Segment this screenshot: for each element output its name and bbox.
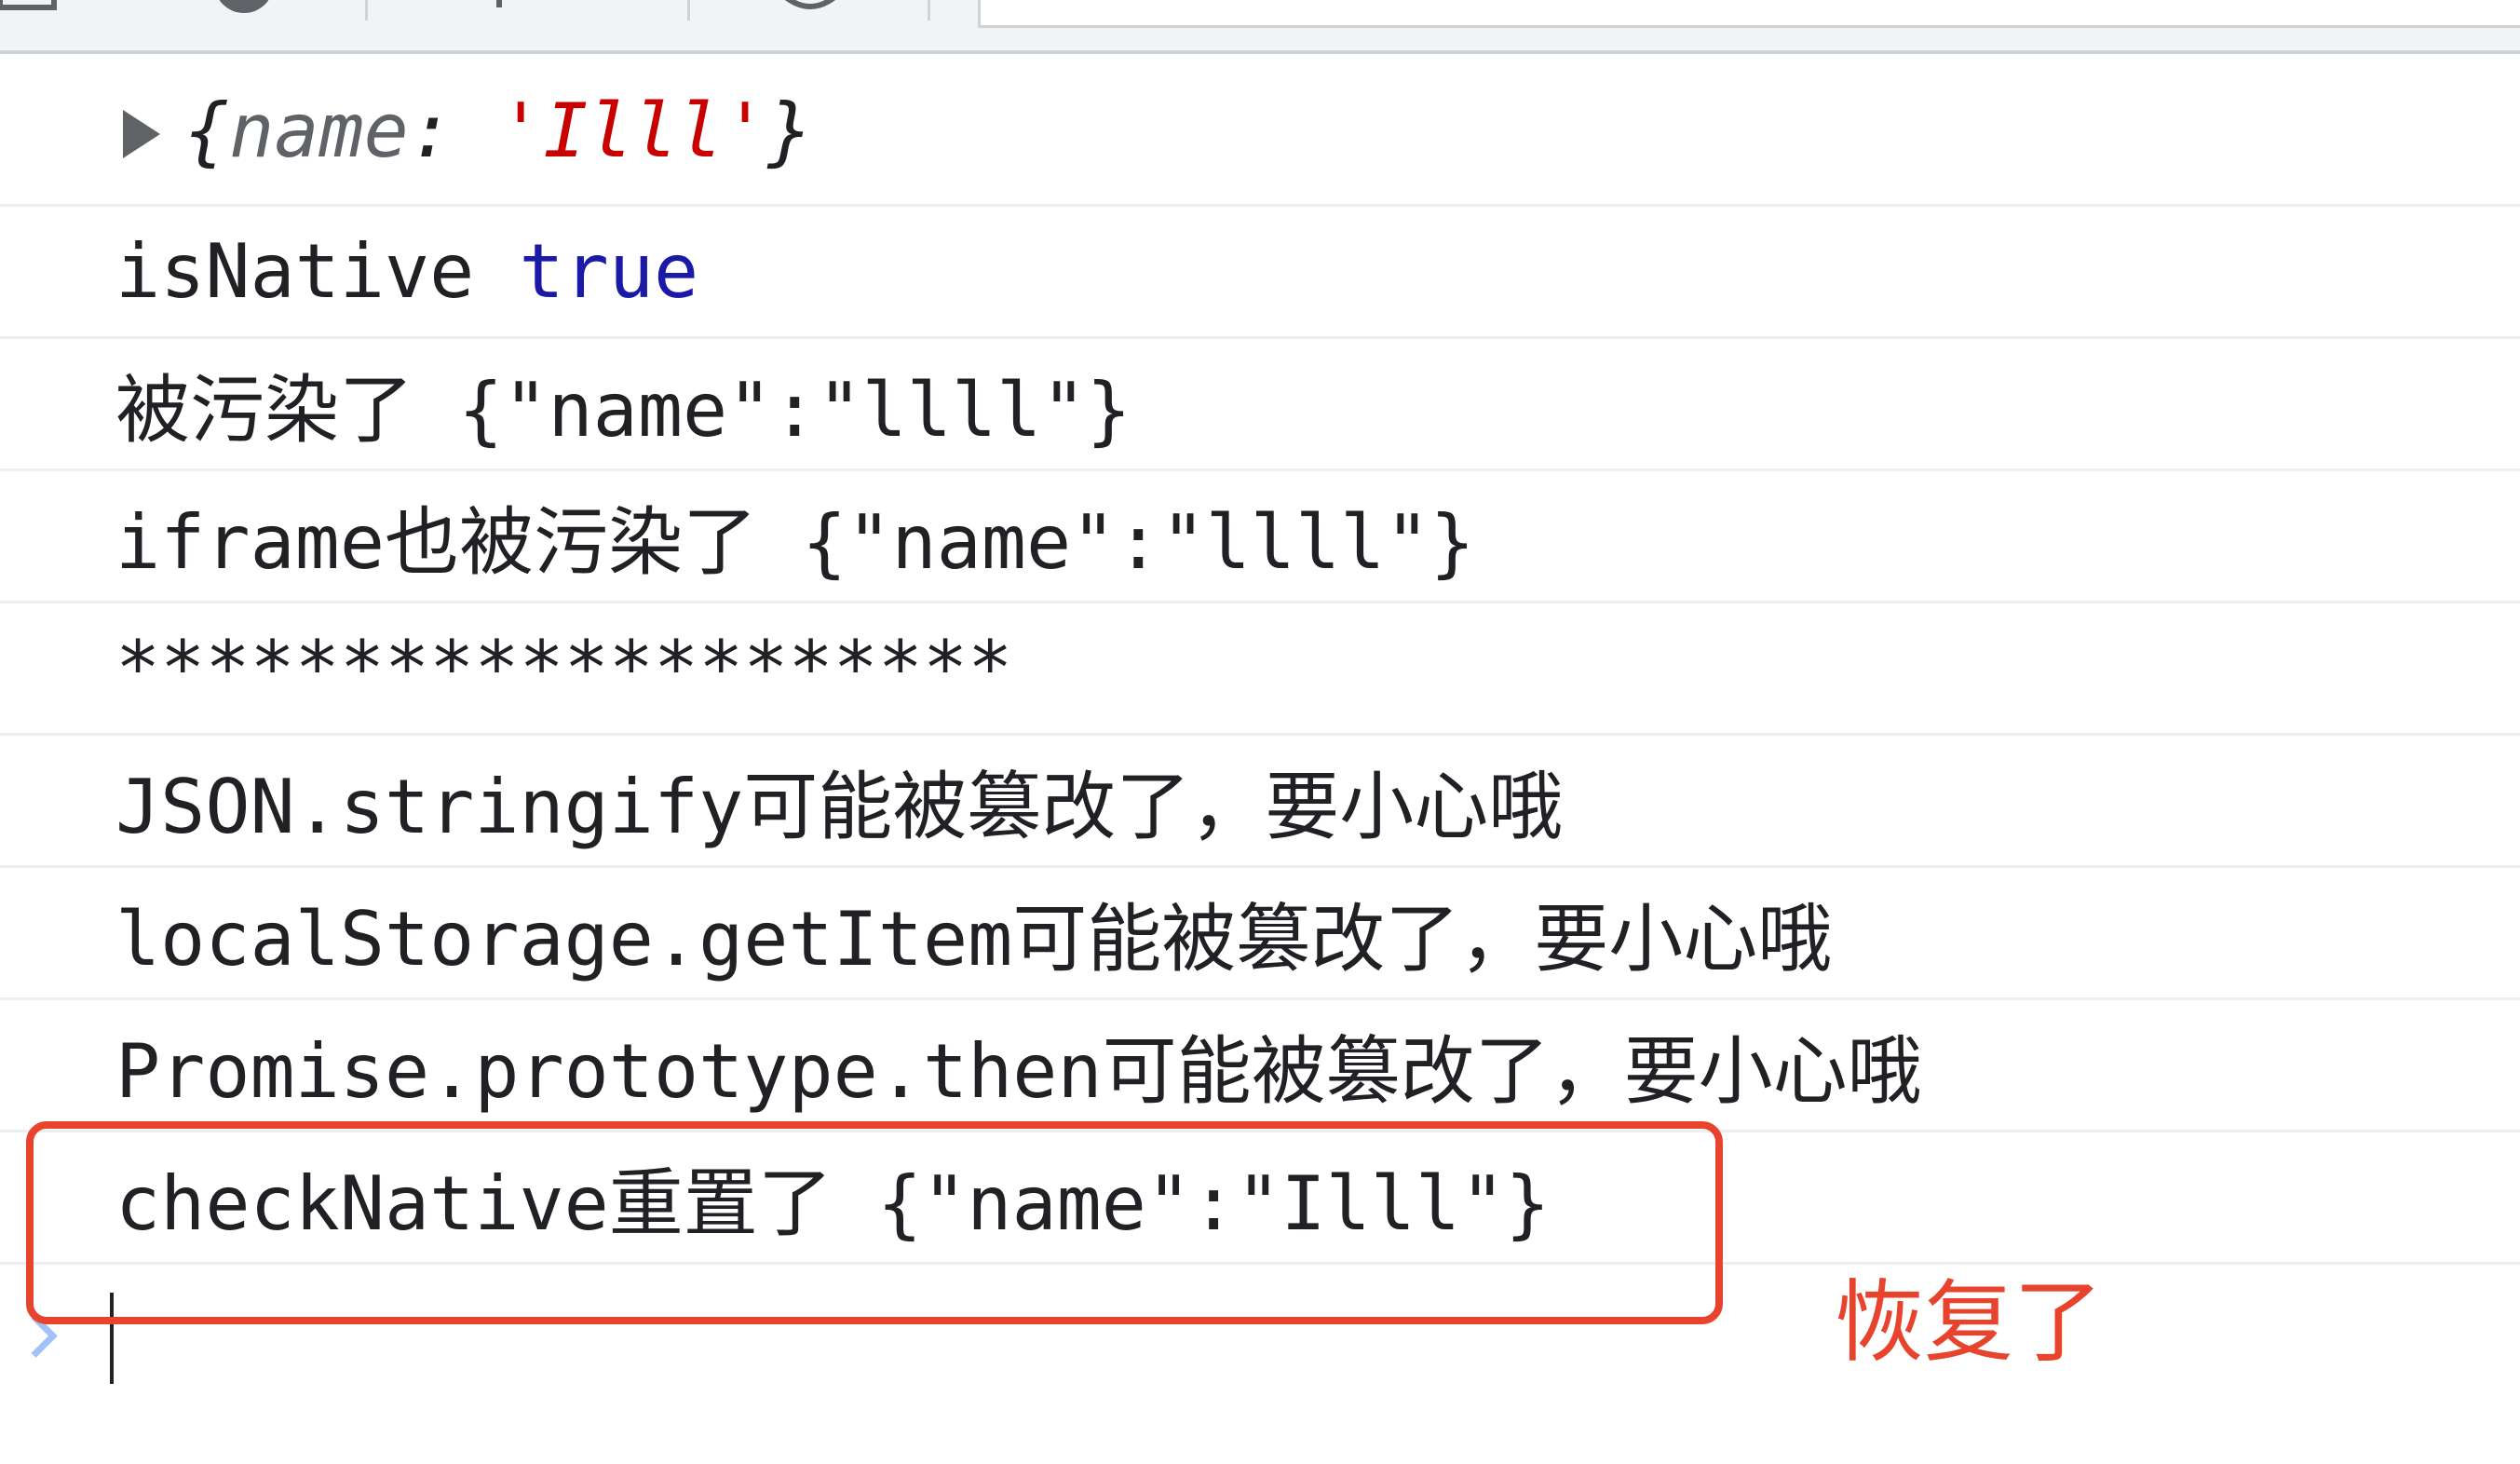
object-value: 'Illl' bbox=[498, 88, 768, 174]
toolbar-separator bbox=[687, 0, 690, 20]
log-boolean-value: true bbox=[519, 228, 699, 315]
eye-icon[interactable] bbox=[773, 0, 847, 20]
log-text: Promise.prototype.then可能被篡改了，要小心哦 bbox=[115, 1027, 1922, 1115]
expand-triangle-icon[interactable] bbox=[123, 110, 160, 158]
log-text: JSON.stringify可能被篡改了，要小心哦 bbox=[115, 763, 1564, 850]
log-text: localStorage.getItem可能被篡改了，要小心哦 bbox=[115, 895, 1833, 983]
console-row-object: {name: 'Illl'} bbox=[0, 58, 2520, 207]
console-toolbar bbox=[0, 0, 2520, 54]
toolbar-separator bbox=[365, 0, 368, 20]
console-row: Promise.prototype.then可能被篡改了，要小心哦 bbox=[0, 1000, 2520, 1132]
console-row: iframe也被污染了 {"name":"llll"} bbox=[0, 471, 2520, 603]
toolbar-separator bbox=[928, 0, 930, 20]
log-text: 被污染了 {"name":"llll"} bbox=[115, 366, 1131, 454]
annotation-text: 恢复了 bbox=[1835, 1270, 2103, 1375]
object-sep: : bbox=[408, 88, 499, 174]
object-preview[interactable]: {name: 'Illl'} bbox=[184, 88, 812, 174]
console-row: localStorage.getItem可能被篡改了，要小心哦 bbox=[0, 868, 2520, 1000]
console-row: JSON.stringify可能被篡改了，要小心哦 bbox=[0, 736, 2520, 868]
console-row: isNative true bbox=[0, 207, 2520, 339]
object-close-brace: } bbox=[767, 88, 813, 174]
log-text: ******************** bbox=[115, 625, 1013, 712]
object-key: name bbox=[229, 88, 409, 174]
clear-console-icon[interactable] bbox=[0, 0, 65, 20]
filter-input[interactable] bbox=[978, 0, 2520, 28]
block-icon[interactable] bbox=[207, 0, 281, 20]
context-dropdown-icon[interactable] bbox=[471, 0, 527, 20]
log-label: isNative bbox=[115, 228, 475, 315]
console-row: ******************** bbox=[0, 603, 2520, 736]
log-text: iframe也被污染了 {"name":"llll"} bbox=[115, 498, 1475, 586]
object-open-brace: { bbox=[184, 88, 230, 174]
annotation-highlight-box bbox=[26, 1121, 1723, 1324]
console-row: 被污染了 {"name":"llll"} bbox=[0, 339, 2520, 471]
